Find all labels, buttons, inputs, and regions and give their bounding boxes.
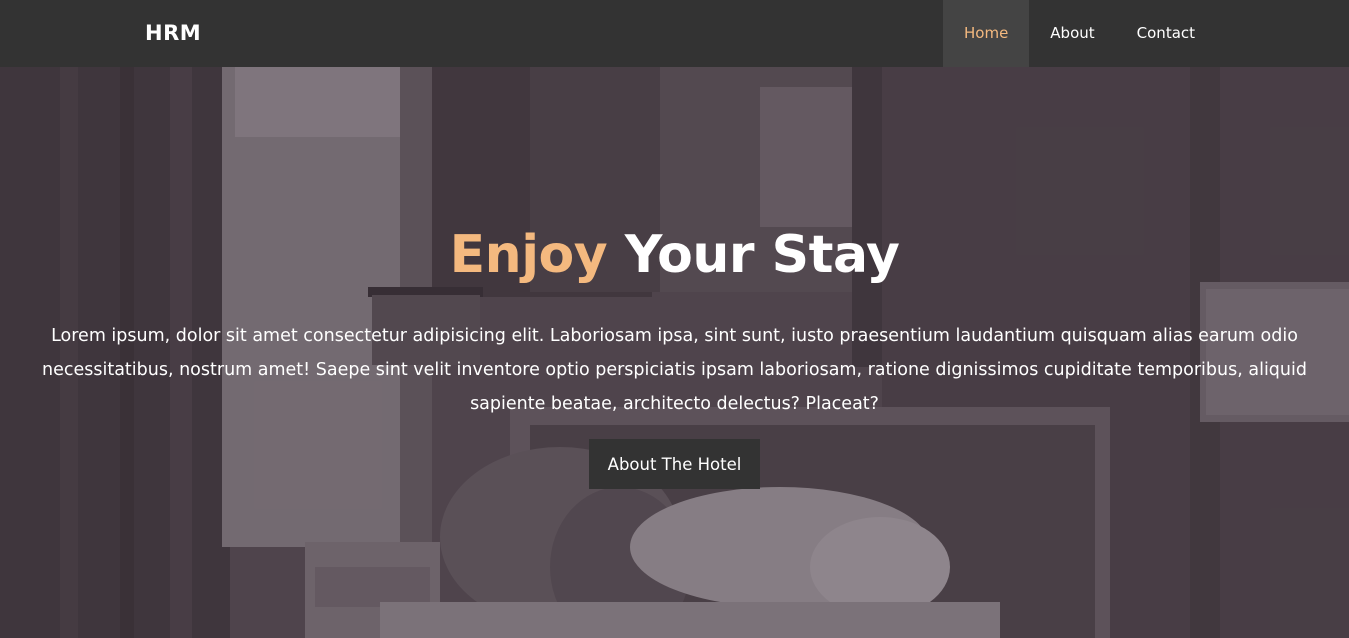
nav-links: Home About Contact — [943, 0, 1216, 67]
hero-content: Enjoy Your Stay Lorem ipsum, dolor sit a… — [0, 67, 1349, 638]
nav-link-about[interactable]: About — [1029, 0, 1115, 67]
navbar: HRM Home About Contact — [0, 0, 1349, 67]
brand-logo[interactable]: HRM — [145, 0, 201, 67]
hero-description: Lorem ipsum, dolor sit amet consectetur … — [42, 326, 1307, 414]
nav-link-home[interactable]: Home — [943, 0, 1030, 67]
nav-link-contact[interactable]: Contact — [1116, 0, 1216, 67]
hero-title-rest: Your Stay — [624, 225, 900, 285]
hero-section: Enjoy Your Stay Lorem ipsum, dolor sit a… — [0, 67, 1349, 638]
hero-title-accent: Enjoy — [449, 225, 608, 285]
hero-title: Enjoy Your Stay — [0, 225, 1349, 285]
about-the-hotel-button[interactable]: About The Hotel — [589, 439, 760, 489]
